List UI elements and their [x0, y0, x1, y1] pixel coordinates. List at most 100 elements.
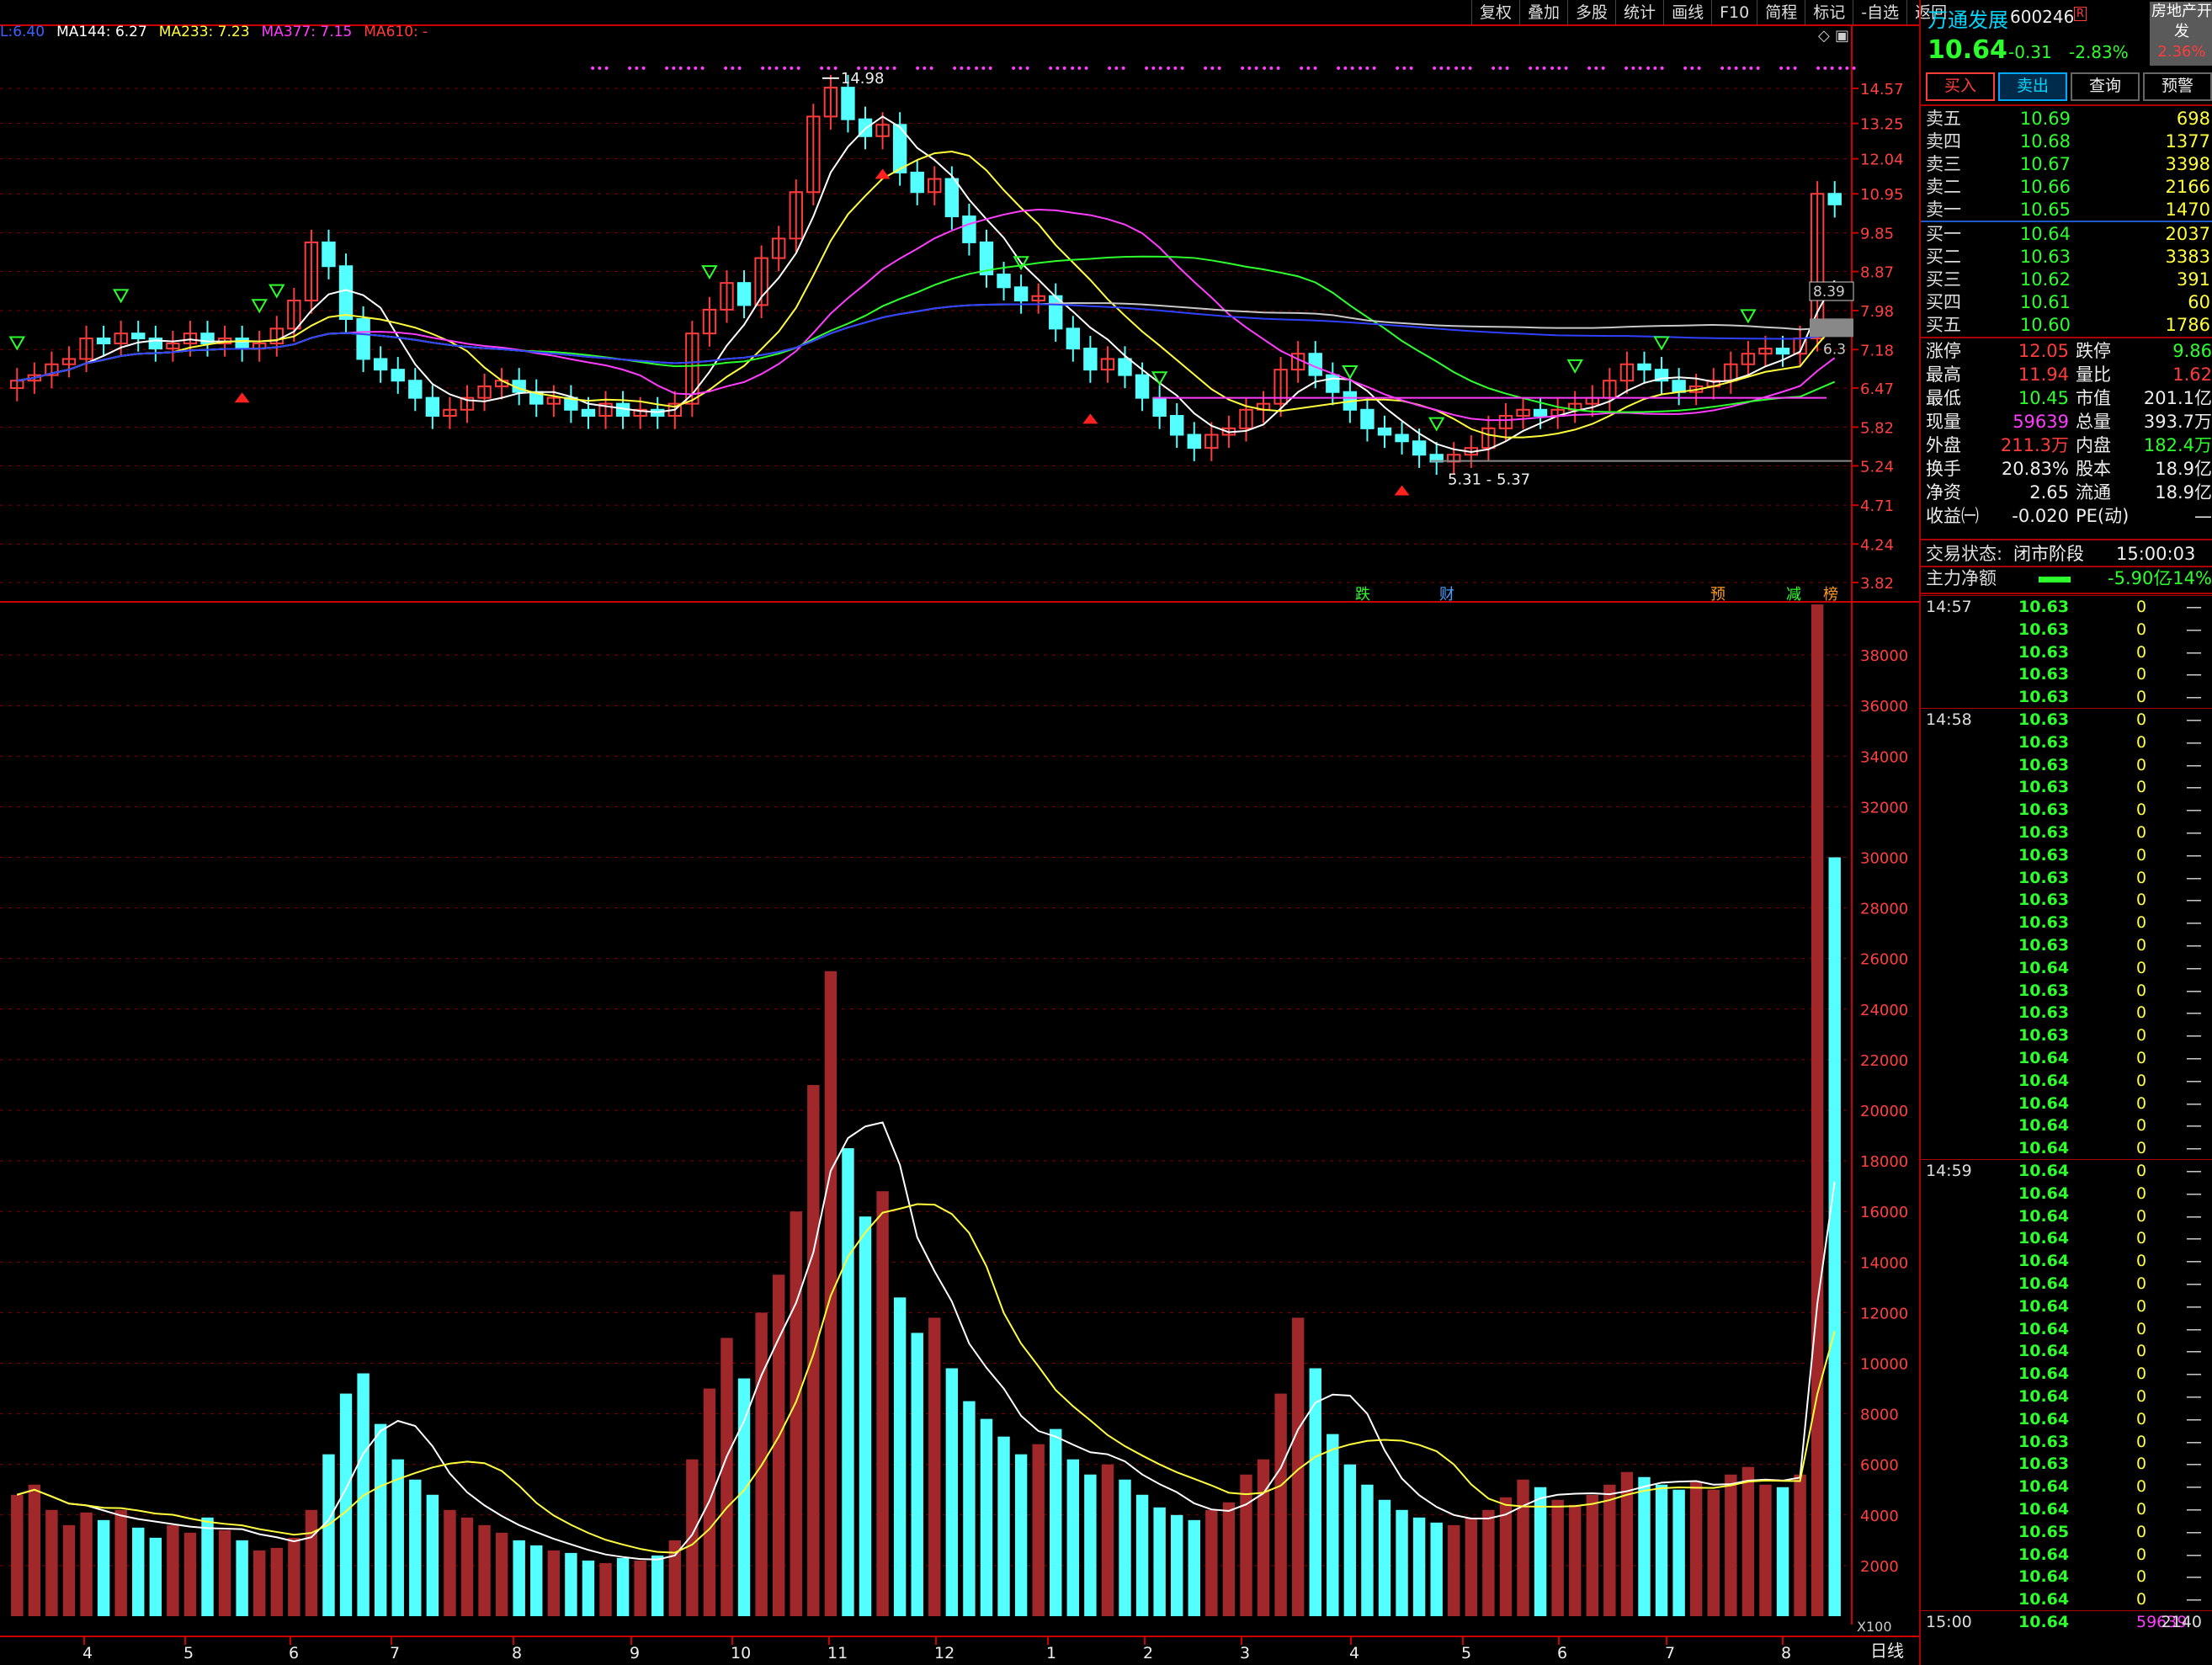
book-volume: 391: [2176, 269, 2210, 290]
tick-price: 10.64: [2018, 1545, 2070, 1564]
buy-arrow-icon: [1653, 336, 1670, 351]
candle-body: [408, 380, 423, 399]
trade-status-time: 15:00:03: [2116, 544, 2196, 564]
volume-bar: [1396, 1509, 1408, 1616]
book-price: 10.67: [2019, 154, 2071, 174]
diamond-icon[interactable]: ◇: [1818, 27, 1830, 45]
volume-bar: [62, 1524, 76, 1616]
asks-row[interactable]: 卖三 10.67 3398: [1926, 153, 2212, 176]
signal-dots: •••: [1143, 62, 1164, 76]
ma-legend: L:6.40 MA144: 6.27 MA233: 7.23 MA377: 7.15 M…: [0, 24, 439, 40]
sell-button[interactable]: 卖出: [1998, 72, 2067, 101]
buy-arrow-icon: [1740, 309, 1757, 324]
signal-dots: •••: [1719, 62, 1740, 76]
volume-bar: [790, 1211, 802, 1616]
tick-price: 10.63: [2018, 845, 2070, 864]
stat-value: 10.45: [2018, 388, 2069, 408]
tick-volume: 0: [2136, 1500, 2147, 1519]
volume-bar: [616, 1557, 630, 1616]
tick-volume: 0: [2136, 936, 2147, 955]
volume-tick-label: 34000: [1860, 748, 1908, 766]
tick-price: 10.64: [2018, 1342, 2070, 1361]
volume-tick-label: 10000: [1860, 1356, 1908, 1374]
asks-row[interactable]: 卖四 10.68 1377: [1926, 130, 2212, 153]
tick-row: 10.64 0 —: [1926, 1137, 2212, 1160]
trade-status-label: 交易状态:: [1926, 544, 2003, 564]
window-icon[interactable]: ▣: [1835, 27, 1849, 45]
tick-price: 10.63: [2018, 642, 2070, 662]
period-button[interactable]: 日线: [1870, 1641, 1904, 1661]
volume-tick-label: 8000: [1860, 1407, 1899, 1424]
kline-chart[interactable]: 14.57 13.25 12.04 10.95 9.85 8.87 7.98 7.18 6.47…: [0, 0, 1919, 1665]
ma-legend-item: L:6.40: [0, 24, 45, 40]
volume-tick-label: 14000: [1860, 1254, 1908, 1272]
month-label: 8: [512, 1644, 522, 1662]
bids-row[interactable]: 买三 10.62 391: [1926, 269, 2212, 291]
tick-row: 10.64 0 —: [1926, 1498, 2212, 1521]
volume-bar: [1153, 1507, 1166, 1616]
asks-row[interactable]: 卖一 10.65 1470: [1926, 199, 2212, 221]
tick-volume: 0: [2136, 1206, 2147, 1226]
toolbar-button[interactable]: 复权: [1471, 0, 1519, 25]
volume-bar: [634, 1560, 646, 1616]
tick-price: 10.64: [2018, 1229, 2070, 1248]
event-badge[interactable]: 跌: [1355, 586, 1370, 604]
book-price: 10.69: [2019, 109, 2071, 129]
query-button[interactable]: 查询: [2071, 72, 2140, 101]
volume-bar: [1032, 1444, 1045, 1616]
tick-volume: 0: [2136, 845, 2147, 864]
stat-value: 2.65: [2029, 482, 2069, 503]
buy-button[interactable]: 买入: [1926, 72, 1995, 101]
volume-bar: [149, 1537, 162, 1616]
bids-row[interactable]: 买五 10.60 1786: [1926, 314, 2212, 337]
event-badge[interactable]: 财: [1439, 586, 1454, 604]
event-badge[interactable]: 预: [1710, 586, 1725, 604]
volume-bar: [547, 1550, 561, 1616]
volume-bar: [236, 1540, 248, 1616]
book-volume: 3398: [2165, 154, 2210, 174]
bids-row[interactable]: 买二 10.63 3383: [1926, 246, 2212, 269]
tick-row: 10.63 0 —: [1926, 776, 2212, 799]
candle-body: [322, 241, 336, 268]
event-badge[interactable]: 榜: [1823, 586, 1838, 604]
event-badge[interactable]: 减: [1786, 586, 1801, 604]
toolbar-button[interactable]: 叠加: [1519, 0, 1567, 25]
toolbar-button[interactable]: 标记: [1805, 0, 1853, 25]
month-label: 2: [1143, 1644, 1153, 1662]
volume-bar: [1378, 1499, 1391, 1616]
asks-row[interactable]: 卖五 10.69 698: [1926, 108, 2212, 130]
toolbar-button[interactable]: 统计: [1615, 0, 1663, 25]
tick-volume: 0: [2136, 1296, 2147, 1316]
bids-row[interactable]: 买四 10.61 60: [1926, 291, 2212, 314]
volume-bar: [1014, 1454, 1028, 1616]
tick-flag: —: [2186, 1229, 2202, 1248]
toolbar-button[interactable]: 画线: [1663, 0, 1711, 25]
signal-dots: •••: [973, 62, 994, 76]
bids-row[interactable]: 买一 10.64 2037: [1926, 223, 2212, 246]
asks-row[interactable]: 卖二 10.66 2166: [1926, 176, 2212, 199]
candle-body: [1170, 415, 1184, 436]
tick-price: 10.64: [2018, 1296, 2070, 1316]
tick-price: 10.64: [2018, 1319, 2070, 1338]
volume-bar: [1430, 1522, 1443, 1616]
toolbar-button[interactable]: 简程: [1757, 0, 1805, 25]
tick-volume: 0: [2136, 891, 2147, 910]
tick-flag: —: [2186, 1139, 2202, 1158]
alert-button[interactable]: 预警: [2143, 72, 2212, 101]
toolbar-button[interactable]: 多股: [1567, 0, 1615, 25]
toolbar-button[interactable]: F10: [1711, 0, 1757, 25]
ma-line: [17, 303, 1835, 382]
sector-box[interactable]: 房地产开发 2.36%: [2150, 2, 2212, 66]
month-label: 6: [289, 1644, 299, 1662]
signal-dots: •••: [1047, 62, 1068, 76]
volume-unit: X100: [1857, 1619, 1892, 1635]
signal-dots: •••: [663, 62, 684, 76]
candle-body: [944, 178, 960, 218]
signal-dots: •••: [1623, 62, 1644, 76]
toolbar-button[interactable]: -自选: [1853, 0, 1906, 25]
signal-dots: •••: [1586, 62, 1607, 76]
tick-price: 10.63: [2018, 778, 2070, 797]
volume-bar: [495, 1532, 508, 1616]
stat-label: 最高: [1926, 364, 1961, 385]
tick-divider: [1921, 1610, 2212, 1611]
